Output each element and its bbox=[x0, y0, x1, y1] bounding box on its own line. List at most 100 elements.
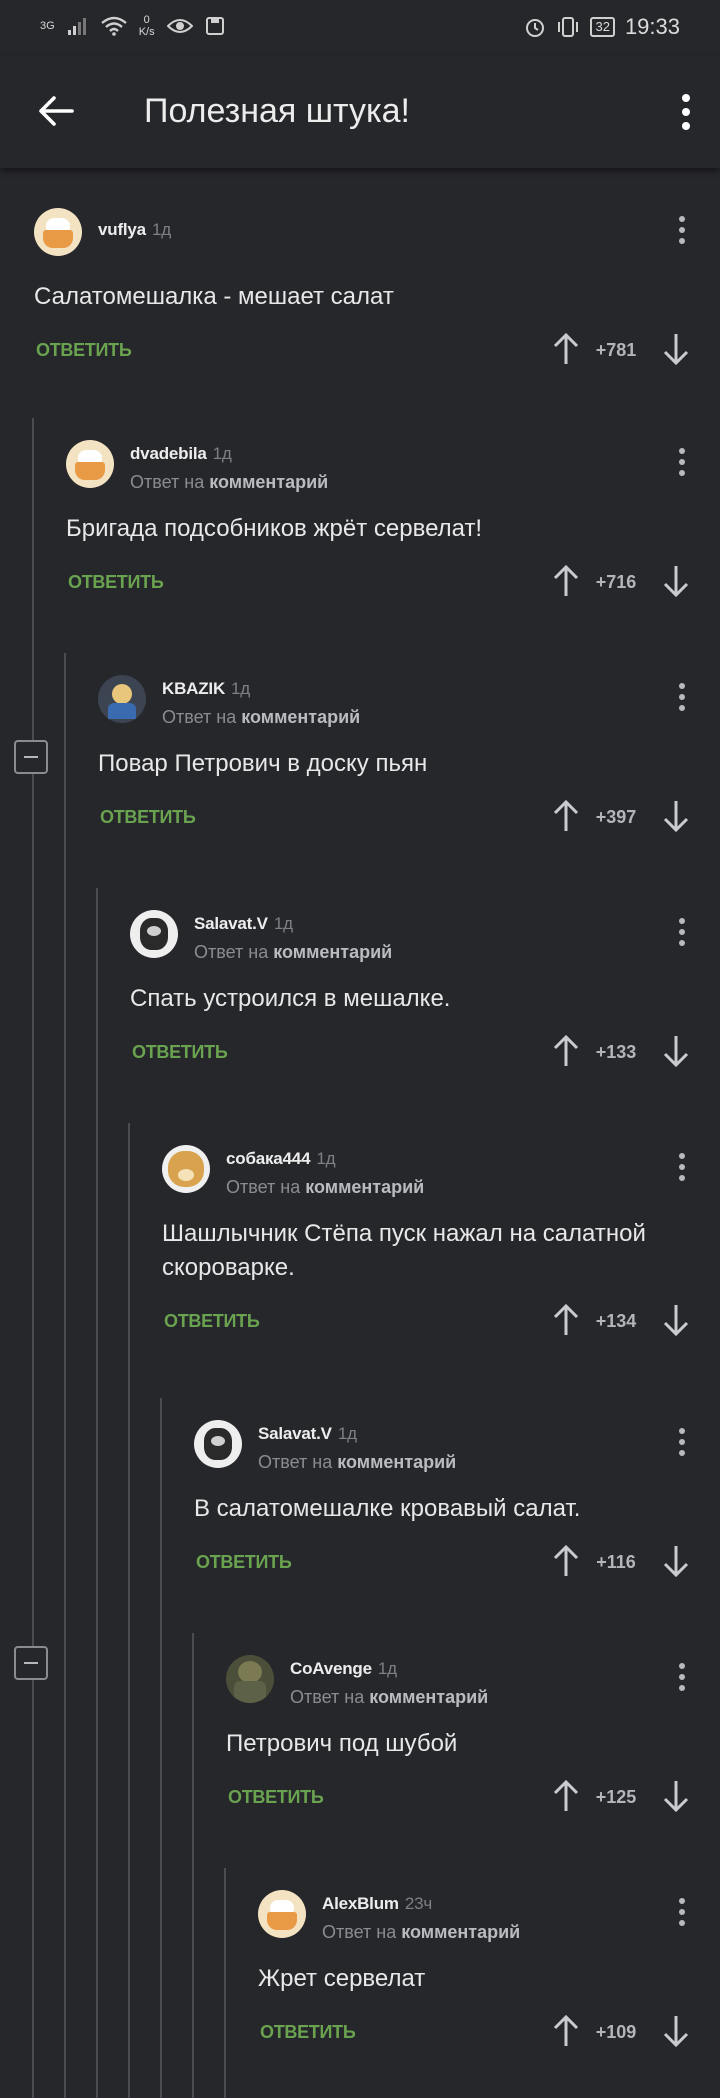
comment-menu-icon[interactable] bbox=[678, 1428, 686, 1460]
comment: Salavat.V 1д Ответ на комментарий В салат… bbox=[194, 1420, 720, 1584]
reply-button[interactable]: ОТВЕТИТЬ bbox=[132, 1042, 228, 1063]
comment-text: Шашлычник Стёпа пуск нажал на салатной с… bbox=[162, 1220, 646, 1281]
thread-line bbox=[32, 418, 34, 2098]
doge-avatar-icon[interactable] bbox=[162, 1145, 210, 1193]
portrait-avatar-icon[interactable] bbox=[194, 1420, 242, 1468]
comment-time: 23ч bbox=[404, 1894, 432, 1913]
comment-score: +397 bbox=[595, 807, 637, 827]
comment-menu-icon[interactable] bbox=[678, 216, 686, 248]
reply-button[interactable]: ОТВЕТИТЬ bbox=[228, 1787, 324, 1808]
downvote-arrow-icon[interactable] bbox=[662, 799, 690, 833]
upvote-arrow-icon[interactable] bbox=[552, 2014, 580, 2048]
comment-text: Жрет сервелат bbox=[258, 1965, 426, 1992]
comment-author[interactable]: KBAZIK 1д bbox=[162, 679, 250, 699]
reply-button[interactable]: ОТВЕТИТЬ bbox=[36, 340, 132, 361]
upvote-arrow-icon[interactable] bbox=[552, 332, 580, 366]
comment-footer: ОТВЕТИТЬ +716 bbox=[66, 564, 720, 604]
downvote-arrow-icon[interactable] bbox=[662, 332, 690, 366]
comment-text: В салатомешалке кровавый салат. bbox=[194, 1495, 581, 1522]
back-arrow-icon[interactable] bbox=[36, 91, 76, 131]
comment: CoAvenge 1д Ответ на комментарий Петрович… bbox=[226, 1655, 720, 1819]
collapse-thread-button[interactable] bbox=[14, 740, 48, 774]
reply-to: Ответ на комментарий bbox=[130, 472, 329, 492]
vault-boy-avatar-icon[interactable] bbox=[98, 675, 146, 723]
soldier-avatar-icon[interactable] bbox=[226, 1655, 274, 1703]
comment: собака444 1д Ответ на комментарий Шашлычн… bbox=[162, 1145, 720, 1343]
comment-score: +781 bbox=[595, 340, 637, 360]
wifi-icon bbox=[100, 16, 127, 36]
chef-avatar-icon[interactable] bbox=[34, 208, 82, 256]
reply-to-link[interactable]: комментарий bbox=[209, 472, 328, 492]
author-name[interactable]: dvadebila bbox=[130, 444, 207, 463]
reply-button[interactable]: ОТВЕТИТЬ bbox=[68, 572, 164, 593]
upvote-arrow-icon[interactable] bbox=[552, 799, 580, 833]
comment-text: Спать устроился в мешалке. bbox=[130, 985, 451, 1012]
comment-author[interactable]: AlexBlum 23ч bbox=[322, 1894, 432, 1914]
reply-button[interactable]: ОТВЕТИТЬ bbox=[260, 2022, 356, 2043]
reply-to: Ответ на комментарий bbox=[322, 1922, 521, 1942]
author-name[interactable]: собака444 bbox=[226, 1149, 311, 1168]
author-name[interactable]: AlexBlum bbox=[322, 1894, 399, 1913]
author-name[interactable]: vuflya bbox=[98, 220, 146, 239]
chef-avatar-icon[interactable] bbox=[66, 440, 114, 488]
downvote-arrow-icon[interactable] bbox=[662, 1779, 690, 1813]
collapse-thread-button[interactable] bbox=[14, 1646, 48, 1680]
status-bar: 3G 0 K/s 32 19:33 bbox=[0, 0, 720, 56]
reply-to-link[interactable]: комментарий bbox=[305, 1177, 424, 1197]
upvote-arrow-icon[interactable] bbox=[552, 564, 580, 598]
reply-to-link[interactable]: комментарий bbox=[369, 1687, 488, 1707]
comment-text: Бригада подсобников жрёт сервелат! bbox=[66, 515, 483, 542]
comment-time: 1д bbox=[337, 1424, 357, 1443]
comment-menu-icon[interactable] bbox=[678, 1898, 686, 1930]
comment-author[interactable]: CoAvenge 1д bbox=[290, 1659, 397, 1679]
net-speed-unit: K/s bbox=[138, 26, 155, 38]
thread-line bbox=[224, 1868, 226, 2098]
comment-author[interactable]: dvadebila 1д bbox=[130, 444, 232, 464]
comment-menu-icon[interactable] bbox=[678, 683, 686, 715]
comment-header: собака444 1д Ответ на комментарий bbox=[162, 1145, 720, 1197]
comment-score: +133 bbox=[595, 1042, 637, 1062]
comment-header: KBAZIK 1д Ответ на комментарий bbox=[98, 675, 720, 727]
vibrate-icon bbox=[558, 17, 579, 37]
reply-to-link[interactable]: комментарий bbox=[273, 942, 392, 962]
thread-line bbox=[192, 1633, 194, 2098]
author-name[interactable]: CoAvenge bbox=[290, 1659, 372, 1678]
more-options-icon[interactable] bbox=[674, 90, 698, 134]
net-speed-value: 0 bbox=[143, 14, 150, 26]
chef-avatar-icon[interactable] bbox=[258, 1890, 306, 1938]
upvote-arrow-icon[interactable] bbox=[552, 1779, 580, 1813]
reply-to-link[interactable]: комментарий bbox=[337, 1452, 456, 1472]
reply-button[interactable]: ОТВЕТИТЬ bbox=[196, 1552, 292, 1573]
comment-author[interactable]: vuflya 1д bbox=[98, 220, 171, 240]
comment-menu-icon[interactable] bbox=[678, 1663, 686, 1695]
reply-to-link[interactable]: комментарий bbox=[241, 707, 360, 727]
downvote-arrow-icon[interactable] bbox=[662, 1034, 690, 1068]
downvote-arrow-icon[interactable] bbox=[662, 564, 690, 598]
comment-footer: ОТВЕТИТЬ +397 bbox=[98, 799, 720, 839]
reply-button[interactable]: ОТВЕТИТЬ bbox=[100, 807, 196, 828]
reply-to-link[interactable]: комментарий bbox=[401, 1922, 520, 1942]
portrait-avatar-icon[interactable] bbox=[130, 910, 178, 958]
comment-menu-icon[interactable] bbox=[678, 1153, 686, 1185]
comment-header: dvadebila 1д Ответ на комментарий bbox=[66, 440, 720, 492]
downvote-arrow-icon[interactable] bbox=[662, 1544, 690, 1578]
comment-thread: vuflya 1д Салатомешалка - мешает салат ОТ… bbox=[0, 168, 720, 2098]
author-name[interactable]: KBAZIK bbox=[162, 679, 225, 698]
comment-author[interactable]: Salavat.V 1д bbox=[258, 1424, 357, 1444]
comment-menu-icon[interactable] bbox=[678, 918, 686, 950]
reply-button[interactable]: ОТВЕТИТЬ bbox=[164, 1311, 260, 1332]
downvote-arrow-icon[interactable] bbox=[662, 2014, 690, 2048]
comment-time: 1д bbox=[212, 444, 232, 463]
comment-menu-icon[interactable] bbox=[678, 448, 686, 480]
upvote-arrow-icon[interactable] bbox=[552, 1034, 580, 1068]
author-name[interactable]: Salavat.V bbox=[194, 914, 268, 933]
upvote-arrow-icon[interactable] bbox=[552, 1544, 580, 1578]
upvote-arrow-icon[interactable] bbox=[552, 1303, 580, 1337]
comment-header: vuflya 1д bbox=[34, 208, 720, 260]
comment-score: +716 bbox=[595, 572, 637, 592]
comment-author[interactable]: собака444 1д bbox=[226, 1149, 336, 1169]
author-name[interactable]: Salavat.V bbox=[258, 1424, 332, 1443]
thread-line bbox=[160, 1398, 162, 2098]
comment-author[interactable]: Salavat.V 1д bbox=[194, 914, 293, 934]
downvote-arrow-icon[interactable] bbox=[662, 1303, 690, 1337]
